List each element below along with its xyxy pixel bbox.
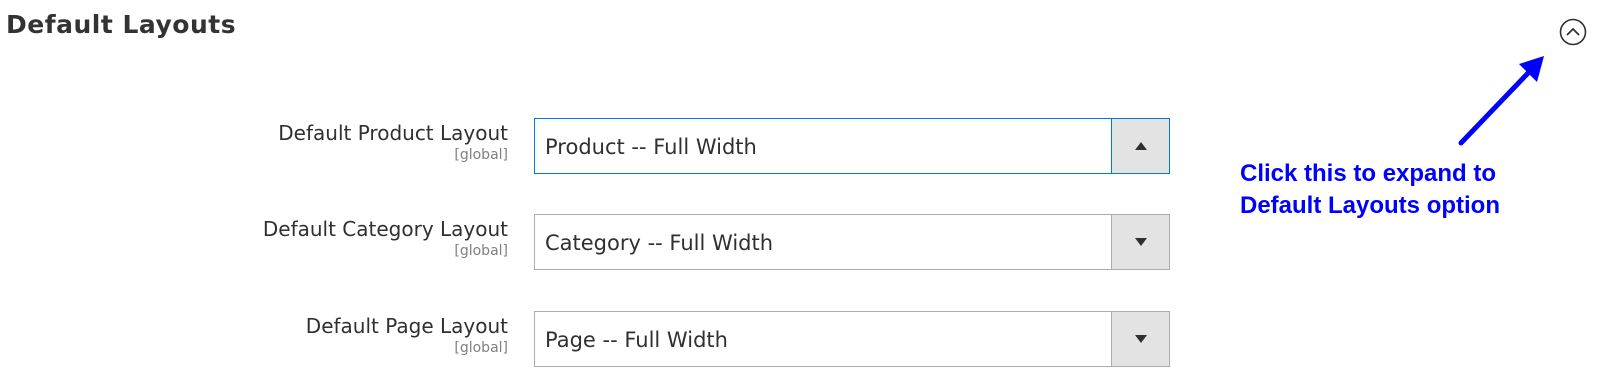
page-layout-label: Default Page Layout [305, 314, 508, 338]
field-row-page-layout: Default Page Layout [global] Page -- Ful… [0, 311, 1180, 369]
page-layout-value: Page -- Full Width [545, 328, 728, 352]
product-layout-scope: [global] [454, 147, 508, 163]
product-layout-label: Default Product Layout [278, 121, 508, 145]
category-layout-value: Category -- Full Width [545, 231, 774, 255]
field-label-page-layout: Default Page Layout [global] [306, 313, 508, 357]
chevron-up-circle-icon [1559, 18, 1587, 46]
field-row-category-layout: Default Category Layout [global] Categor… [0, 214, 1180, 272]
page-layout-select[interactable]: Page -- Full Width [534, 311, 1170, 367]
product-layout-value: Product -- Full Width [545, 135, 757, 159]
caret-down-icon [1134, 335, 1147, 343]
caret-down-icon [1134, 238, 1147, 246]
field-row-product-layout: Default Product Layout [global] Product … [0, 118, 1180, 176]
annotation-line-2: Default Layouts option [1240, 192, 1500, 219]
caret-up-icon [1134, 142, 1147, 150]
page-layout-scope: [global] [454, 340, 508, 356]
field-label-category-layout: Default Category Layout [global] [263, 216, 508, 260]
annotation-line-1: Click this to expand to [1240, 160, 1497, 187]
annotation-callout: Click this to expand to Default Layouts … [1240, 158, 1500, 222]
category-layout-label: Default Category Layout [262, 217, 508, 241]
page-layout-dropdown-button[interactable] [1111, 312, 1169, 366]
section-title[interactable]: Default Layouts [6, 10, 236, 39]
category-layout-dropdown-button[interactable] [1111, 215, 1169, 269]
product-layout-dropdown-button[interactable] [1111, 119, 1169, 173]
product-layout-select[interactable]: Product -- Full Width [534, 118, 1170, 174]
category-layout-select[interactable]: Category -- Full Width [534, 214, 1170, 270]
category-layout-scope: [global] [454, 243, 508, 259]
field-label-product-layout: Default Product Layout [global] [278, 120, 508, 164]
collapse-toggle-button[interactable] [1559, 18, 1587, 46]
